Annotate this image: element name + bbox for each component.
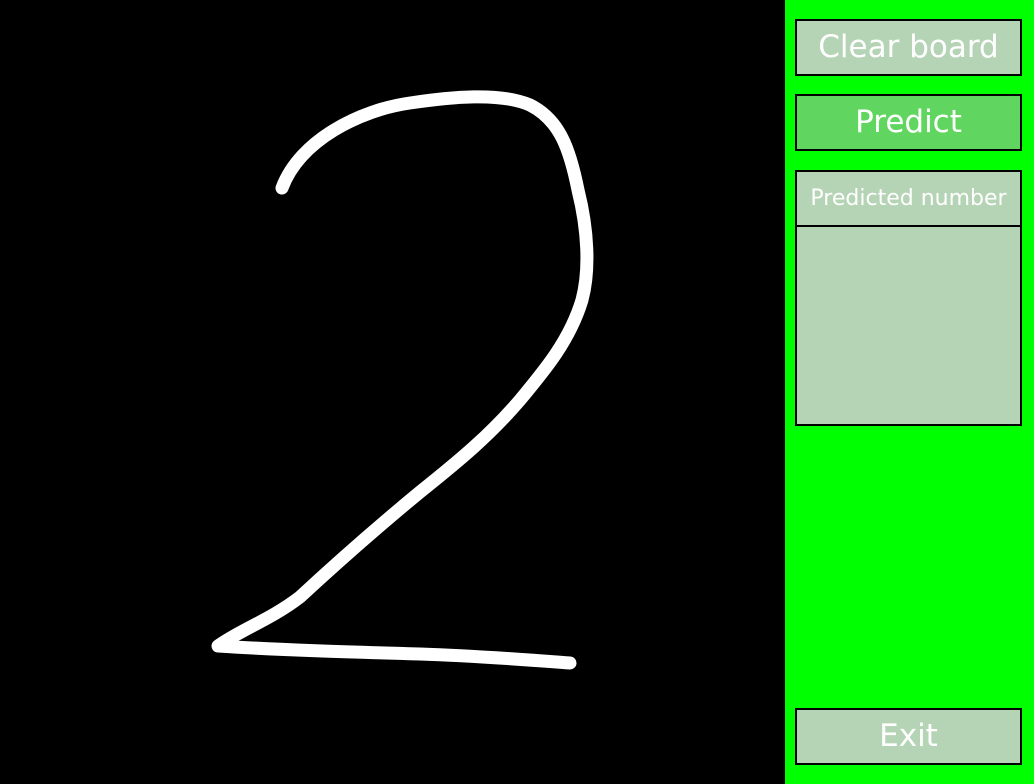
predicted-number-display <box>795 225 1022 426</box>
clear-board-button[interactable]: Clear board <box>795 19 1022 76</box>
predicted-number-label: Predicted number <box>795 170 1022 227</box>
exit-button[interactable]: Exit <box>795 708 1022 765</box>
predict-button[interactable]: Predict <box>795 94 1022 151</box>
digit-recognizer-app: Clear board Predict Predicted number Exi… <box>0 0 1034 784</box>
handwritten-digit-stroke <box>211 90 594 670</box>
control-panel: Clear board Predict Predicted number Exi… <box>785 0 1034 784</box>
drawn-stroke-canvas <box>211 90 594 670</box>
drawing-board[interactable] <box>0 0 785 784</box>
